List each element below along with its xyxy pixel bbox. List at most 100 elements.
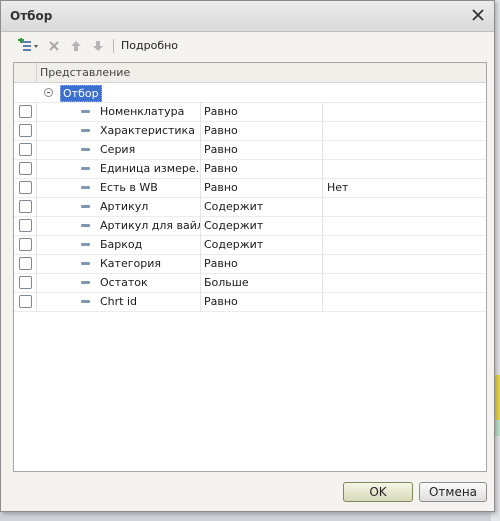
- use-checkbox[interactable]: [19, 238, 32, 251]
- column-divider: [322, 102, 323, 121]
- field-name[interactable]: Есть в WB: [100, 181, 200, 194]
- delete-button[interactable]: [46, 37, 62, 55]
- toolbar-separator: [113, 39, 114, 53]
- header-check-column: [14, 63, 37, 82]
- collapse-icon[interactable]: [44, 88, 53, 97]
- table-row[interactable]: Единица измере… Равно: [14, 159, 486, 179]
- use-checkbox[interactable]: [19, 257, 32, 270]
- field-icon: [81, 300, 90, 303]
- column-divider: [200, 235, 201, 254]
- close-button[interactable]: [470, 7, 486, 23]
- filter-table[interactable]: Представление Отбор Номенклатура Равно Хар…: [13, 62, 487, 472]
- column-divider: [200, 102, 201, 121]
- comparison-type[interactable]: Равно: [204, 295, 238, 308]
- field-icon: [81, 186, 90, 189]
- filter-dialog: Отбор Подробно Представление Отбор Номен…: [0, 0, 495, 512]
- field-name[interactable]: Баркод: [100, 238, 200, 251]
- cancel-button[interactable]: Отмена: [419, 482, 487, 502]
- field-name[interactable]: Артикул для вайл…: [100, 219, 200, 232]
- use-checkbox[interactable]: [19, 105, 32, 118]
- field-name[interactable]: Характеристика: [100, 124, 200, 137]
- table-row[interactable]: Серия Равно: [14, 140, 486, 160]
- use-checkbox[interactable]: [19, 162, 32, 175]
- field-name[interactable]: Остаток: [100, 276, 200, 289]
- use-checkbox[interactable]: [19, 181, 32, 194]
- table-row[interactable]: Chrt id Равно: [14, 292, 486, 312]
- comparison-type[interactable]: Равно: [204, 124, 238, 137]
- group-row[interactable]: Отбор: [14, 83, 486, 103]
- use-checkbox[interactable]: [19, 124, 32, 137]
- comparison-type[interactable]: Равно: [204, 162, 238, 175]
- table-row[interactable]: Характеристика Равно: [14, 121, 486, 141]
- check-cell: [14, 102, 37, 121]
- comparison-type[interactable]: Содержит: [204, 200, 263, 213]
- add-condition-button[interactable]: [15, 37, 41, 55]
- table-row[interactable]: Номенклатура Равно: [14, 102, 486, 122]
- move-down-button[interactable]: [90, 37, 106, 55]
- field-name[interactable]: Категория: [100, 257, 200, 270]
- field-icon: [81, 167, 90, 170]
- group-label[interactable]: Отбор: [60, 85, 102, 102]
- field-icon: [81, 243, 90, 246]
- column-divider: [322, 292, 323, 311]
- column-divider: [322, 121, 323, 140]
- field-name[interactable]: Номенклатура: [100, 105, 200, 118]
- field-icon: [81, 129, 90, 132]
- check-cell: [14, 178, 37, 197]
- check-cell: [14, 197, 37, 216]
- field-icon: [81, 262, 90, 265]
- column-divider: [200, 140, 201, 159]
- use-checkbox[interactable]: [19, 276, 32, 289]
- ok-button[interactable]: OK: [343, 482, 413, 502]
- column-divider: [322, 273, 323, 292]
- arrow-up-icon: [71, 41, 81, 51]
- check-cell: [14, 121, 37, 140]
- table-row[interactable]: Есть в WB Равно Нет: [14, 178, 486, 198]
- check-cell: [14, 159, 37, 178]
- field-icon: [81, 281, 90, 284]
- column-header-representation[interactable]: Представление: [40, 66, 130, 79]
- use-checkbox[interactable]: [19, 200, 32, 213]
- field-name[interactable]: Серия: [100, 143, 200, 156]
- condition-value[interactable]: Нет: [327, 181, 348, 194]
- move-up-button[interactable]: [68, 37, 84, 55]
- field-name[interactable]: Единица измере…: [100, 162, 200, 175]
- use-checkbox[interactable]: [19, 219, 32, 232]
- column-divider: [200, 178, 201, 197]
- column-divider: [322, 254, 323, 273]
- comparison-type[interactable]: Равно: [204, 181, 238, 194]
- check-cell: [14, 254, 37, 273]
- column-divider: [200, 159, 201, 178]
- check-cell: [14, 216, 37, 235]
- column-divider: [322, 140, 323, 159]
- comparison-type[interactable]: Равно: [204, 143, 238, 156]
- table-row[interactable]: Категория Равно: [14, 254, 486, 274]
- field-name[interactable]: Артикул: [100, 200, 200, 213]
- use-checkbox[interactable]: [19, 295, 32, 308]
- field-name[interactable]: Chrt id: [100, 295, 200, 308]
- use-checkbox[interactable]: [19, 143, 32, 156]
- column-divider: [200, 197, 201, 216]
- table-row[interactable]: Артикул для вайл… Содержит: [14, 216, 486, 236]
- comparison-type[interactable]: Равно: [204, 105, 238, 118]
- check-cell: [14, 273, 37, 292]
- table-row[interactable]: Остаток Больше: [14, 273, 486, 293]
- comparison-type[interactable]: Содержит: [204, 219, 263, 232]
- table-row[interactable]: Баркод Содержит: [14, 235, 486, 255]
- column-divider: [200, 292, 201, 311]
- comparison-type[interactable]: Содержит: [204, 238, 263, 251]
- column-divider: [322, 159, 323, 178]
- field-icon: [81, 224, 90, 227]
- comparison-type[interactable]: Равно: [204, 257, 238, 270]
- delete-icon: [49, 41, 59, 51]
- background-highlight: [495, 420, 500, 436]
- column-divider: [322, 235, 323, 254]
- field-icon: [81, 205, 90, 208]
- details-button[interactable]: Подробно: [121, 39, 178, 52]
- field-icon: [81, 148, 90, 151]
- column-divider: [200, 121, 201, 140]
- check-cell: [14, 292, 37, 311]
- table-row[interactable]: Артикул Содержит: [14, 197, 486, 217]
- check-cell: [14, 140, 37, 159]
- comparison-type[interactable]: Больше: [204, 276, 249, 289]
